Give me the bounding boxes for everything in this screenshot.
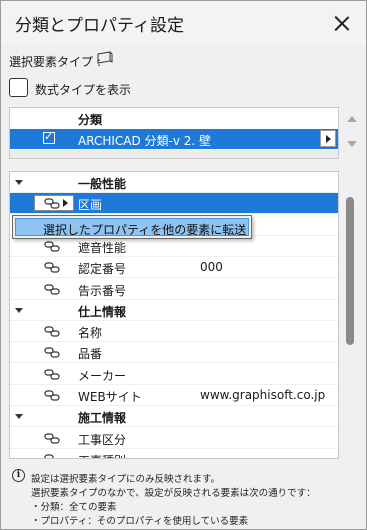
info-line-1: 設定は選択要素タイプにのみ反映されます。	[31, 474, 221, 485]
selected-element-type-label: 選択要素タイプ :	[9, 55, 101, 69]
link-icon	[44, 390, 60, 401]
tree-property-row[interactable]: 名称	[10, 321, 338, 342]
link-icon	[44, 433, 60, 444]
classification-panel: 分類 ARCHICAD 分類-v 2. 壁	[9, 107, 339, 159]
tree-row-label: 告示番号	[78, 284, 127, 298]
info-icon: i	[12, 469, 25, 482]
expand-caret-icon[interactable]	[15, 180, 23, 185]
tree-property-row[interactable]: 工事種別	[10, 449, 338, 458]
tree-row-label: 品番	[78, 347, 103, 361]
info-line-3: ・分類：全ての要素	[31, 502, 117, 513]
classification-value: ARCHICAD 分類-v 2. 壁	[78, 134, 212, 148]
tree-row-value[interactable]: 000	[200, 260, 223, 274]
classification-properties-dialog: 分類とプロパティ設定 選択要素タイプ : 数式タイプを表示 分類 ARCHICA…	[0, 0, 367, 530]
dialog-title: 分類とプロパティ設定	[15, 16, 184, 36]
tree-property-row[interactable]: 品番	[10, 342, 338, 363]
formula-type-checkbox[interactable]	[9, 78, 28, 97]
link-icon	[44, 326, 60, 337]
tree-row-label: 遮音性能	[78, 241, 127, 255]
transfer-property-label: 選択したプロパティを他の要素に転送	[43, 223, 247, 237]
classification-header: 分類	[10, 108, 338, 128]
tree-row-label: 認定番号	[78, 262, 127, 276]
tree-row-label: 工事区分	[78, 433, 127, 447]
formula-type-label: 数式タイプを表示	[35, 83, 132, 97]
link-icon	[44, 284, 60, 295]
tree-row-label: 一般性能	[78, 177, 127, 191]
close-button[interactable]	[326, 7, 358, 39]
link-icon	[44, 347, 60, 358]
tree-row-label: 仕上情報	[78, 305, 127, 319]
link-icon	[44, 241, 60, 252]
scrollbar-thumb[interactable]	[346, 197, 354, 345]
transfer-property-menu-item[interactable]: 選択したプロパティを他の要素に転送	[15, 218, 249, 237]
classification-footer	[10, 150, 338, 158]
info-line-2: 選択要素タイプのなかで、設定が反映される要素は次の通りです：	[31, 488, 316, 499]
link-icon	[44, 198, 60, 209]
link-icon	[44, 262, 60, 273]
expand-caret-icon[interactable]	[15, 308, 23, 313]
tree-row-label: 工事種別	[78, 452, 126, 458]
classification-row[interactable]: ARCHICAD 分類-v 2. 壁	[10, 129, 338, 149]
info-line-4: ・プロパティ：そのプロパティを使用している要素	[31, 516, 249, 527]
move-down-icon[interactable]	[346, 139, 358, 149]
wall-type-icon	[97, 51, 113, 64]
context-menu: 選択したプロパティを他の要素に転送	[12, 215, 252, 239]
popup-arrow-icon	[63, 199, 68, 207]
link-icon	[44, 454, 54, 458]
tree-row-label: 区画	[78, 198, 103, 212]
expand-caret-icon[interactable]	[15, 414, 23, 419]
tree-row-label: メーカー	[78, 369, 127, 383]
tree-property-row[interactable]: 工事区分	[10, 428, 338, 449]
tree-property-row[interactable]: 認定番号 000	[10, 257, 338, 278]
classification-header-label: 分類	[78, 113, 103, 127]
tree-property-row[interactable]: 告示番号	[10, 279, 338, 300]
link-icon	[44, 369, 60, 380]
title-bar: 分類とプロパティ設定	[1, 1, 366, 45]
tree-property-row[interactable]: メーカー	[10, 364, 338, 385]
move-up-icon[interactable]	[346, 114, 358, 124]
tree-row-label: 名称	[78, 326, 103, 340]
tree-group-row[interactable]: 施工情報	[10, 406, 338, 427]
tree-row-value[interactable]: www.graphisoft.co.jp	[200, 388, 325, 402]
classification-popup-button[interactable]	[320, 130, 336, 147]
classification-checkbox[interactable]	[43, 130, 55, 144]
tree-row-label: 施工情報	[78, 411, 127, 425]
tree-group-row[interactable]: 仕上情報	[10, 300, 338, 321]
tree-group-row[interactable]: 一般性能	[10, 172, 338, 193]
tree-property-row[interactable]: WEBサイト www.graphisoft.co.jp	[10, 385, 338, 406]
tree-row-label: WEBサイト	[78, 390, 142, 404]
tree-property-row[interactable]: 遮音性能	[10, 236, 338, 257]
tree-property-row[interactable]: 区画	[10, 193, 338, 214]
